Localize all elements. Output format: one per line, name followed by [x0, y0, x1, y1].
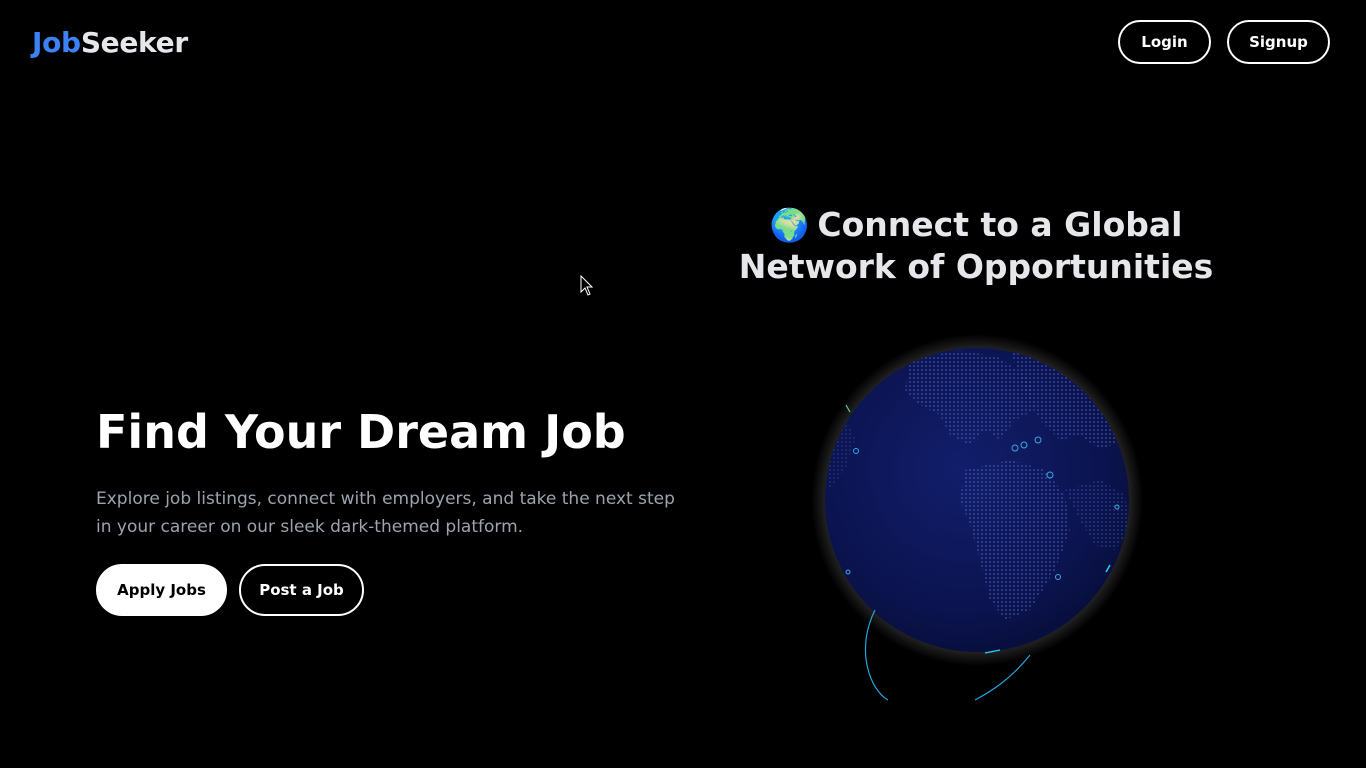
globe-heading-text: Connect to a Global Network of Opportuni… — [738, 205, 1214, 286]
brand-logo-text: Seeker — [80, 26, 188, 59]
hero-title: Find Your Dream Job — [96, 405, 626, 459]
signup-button[interactable]: Signup — [1227, 20, 1330, 64]
brand-logo[interactable]: JobSeeker — [32, 26, 188, 60]
globe-svg — [811, 334, 1143, 701]
post-job-button[interactable]: Post a Job — [239, 564, 364, 616]
globe-visual[interactable] — [800, 320, 1160, 720]
apply-jobs-button[interactable]: Apply Jobs — [96, 564, 227, 616]
globe-section-heading: 🌍 Connect to a Global Network of Opportun… — [726, 204, 1226, 287]
earth-globe-icon: 🌍 — [769, 206, 810, 244]
navbar: JobSeeker Login Signup — [0, 0, 1366, 86]
mouse-pointer-icon — [580, 275, 594, 296]
hero-description: Explore job listings, connect with emplo… — [96, 489, 675, 537]
login-button[interactable]: Login — [1118, 20, 1211, 64]
brand-logo-accent: Job — [32, 26, 81, 59]
